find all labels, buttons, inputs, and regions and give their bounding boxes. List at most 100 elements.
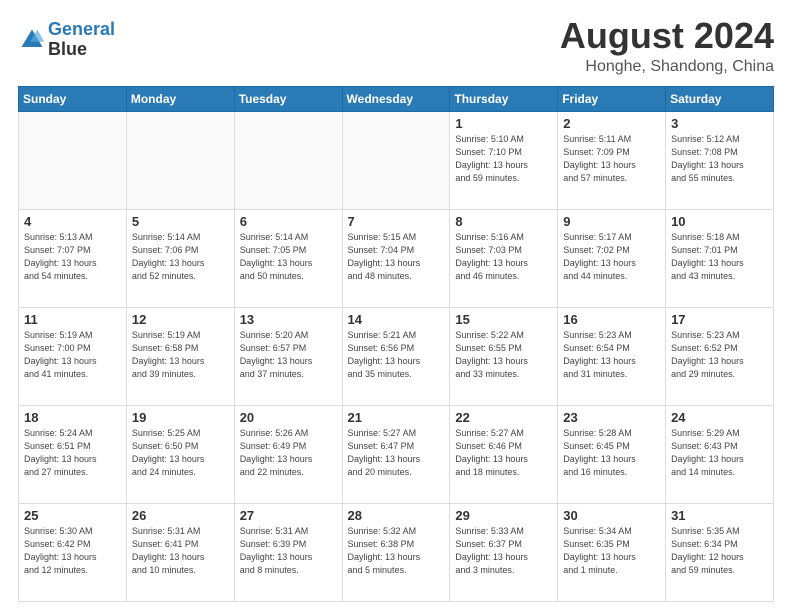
- day-info: Sunrise: 5:27 AMSunset: 6:46 PMDaylight:…: [455, 427, 552, 479]
- calendar-cell: 16Sunrise: 5:23 AMSunset: 6:54 PMDayligh…: [558, 307, 666, 405]
- day-info: Sunrise: 5:26 AMSunset: 6:49 PMDaylight:…: [240, 427, 337, 479]
- day-info: Sunrise: 5:16 AMSunset: 7:03 PMDaylight:…: [455, 231, 552, 283]
- header: General Blue August 2024 Honghe, Shandon…: [18, 16, 774, 76]
- day-info: Sunrise: 5:19 AMSunset: 7:00 PMDaylight:…: [24, 329, 121, 381]
- weekday-monday: Monday: [126, 86, 234, 111]
- day-info: Sunrise: 5:25 AMSunset: 6:50 PMDaylight:…: [132, 427, 229, 479]
- week-row-0: 1 Sunrise: 5:10 AMSunset: 7:10 PMDaylight…: [19, 111, 774, 209]
- week-row-1: 4 Sunrise: 5:13 AMSunset: 7:07 PMDaylight…: [19, 209, 774, 307]
- calendar-cell: 7 Sunrise: 5:15 AMSunset: 7:04 PMDaylight…: [342, 209, 450, 307]
- calendar-cell: 11 Sunrise: 5:19 AMSunset: 7:00 PMDayligh…: [19, 307, 127, 405]
- weekday-wednesday: Wednesday: [342, 86, 450, 111]
- calendar-cell: 12 Sunrise: 5:19 AMSunset: 6:58 PMDayligh…: [126, 307, 234, 405]
- day-number: 7: [348, 214, 445, 229]
- day-number: 4: [24, 214, 121, 229]
- day-info: Sunrise: 5:32 AMSunset: 6:38 PMDaylight:…: [348, 525, 445, 577]
- calendar-cell: 17Sunrise: 5:23 AMSunset: 6:52 PMDayligh…: [666, 307, 774, 405]
- calendar-cell: 31Sunrise: 5:35 AMSunset: 6:34 PMDayligh…: [666, 503, 774, 601]
- calendar-cell: 13Sunrise: 5:20 AMSunset: 6:57 PMDayligh…: [234, 307, 342, 405]
- day-info: Sunrise: 5:35 AMSunset: 6:34 PMDaylight:…: [671, 525, 768, 577]
- day-number: 12: [132, 312, 229, 327]
- day-number: 6: [240, 214, 337, 229]
- day-number: 1: [455, 116, 552, 131]
- calendar-cell: 21Sunrise: 5:27 AMSunset: 6:47 PMDayligh…: [342, 405, 450, 503]
- day-number: 25: [24, 508, 121, 523]
- calendar-cell: 4 Sunrise: 5:13 AMSunset: 7:07 PMDaylight…: [19, 209, 127, 307]
- day-number: 24: [671, 410, 768, 425]
- calendar-cell: 25 Sunrise: 5:30 AMSunset: 6:42 PMDayligh…: [19, 503, 127, 601]
- calendar-cell: [19, 111, 127, 209]
- weekday-thursday: Thursday: [450, 86, 558, 111]
- weekday-header-row: SundayMondayTuesdayWednesdayThursdayFrid…: [19, 86, 774, 111]
- day-info: Sunrise: 5:31 AMSunset: 6:41 PMDaylight:…: [132, 525, 229, 577]
- day-info: Sunrise: 5:34 AMSunset: 6:35 PMDaylight:…: [563, 525, 660, 577]
- logo-text: General Blue: [48, 20, 115, 60]
- calendar-cell: 9Sunrise: 5:17 AMSunset: 7:02 PMDaylight…: [558, 209, 666, 307]
- day-info: Sunrise: 5:10 AMSunset: 7:10 PMDaylight:…: [455, 133, 552, 185]
- day-info: Sunrise: 5:12 AMSunset: 7:08 PMDaylight:…: [671, 133, 768, 185]
- week-row-2: 11 Sunrise: 5:19 AMSunset: 7:00 PMDayligh…: [19, 307, 774, 405]
- calendar-cell: 5 Sunrise: 5:14 AMSunset: 7:06 PMDaylight…: [126, 209, 234, 307]
- weekday-sunday: Sunday: [19, 86, 127, 111]
- day-number: 10: [671, 214, 768, 229]
- calendar-cell: 22 Sunrise: 5:27 AMSunset: 6:46 PMDayligh…: [450, 405, 558, 503]
- day-number: 22: [455, 410, 552, 425]
- day-info: Sunrise: 5:18 AMSunset: 7:01 PMDaylight:…: [671, 231, 768, 283]
- day-info: Sunrise: 5:23 AMSunset: 6:52 PMDaylight:…: [671, 329, 768, 381]
- calendar-cell: [342, 111, 450, 209]
- calendar-cell: 20 Sunrise: 5:26 AMSunset: 6:49 PMDayligh…: [234, 405, 342, 503]
- calendar-cell: 27 Sunrise: 5:31 AMSunset: 6:39 PMDayligh…: [234, 503, 342, 601]
- title-block: August 2024 Honghe, Shandong, China: [560, 16, 774, 76]
- day-info: Sunrise: 5:33 AMSunset: 6:37 PMDaylight:…: [455, 525, 552, 577]
- day-info: Sunrise: 5:30 AMSunset: 6:42 PMDaylight:…: [24, 525, 121, 577]
- day-number: 2: [563, 116, 660, 131]
- day-number: 3: [671, 116, 768, 131]
- day-info: Sunrise: 5:24 AMSunset: 6:51 PMDaylight:…: [24, 427, 121, 479]
- day-info: Sunrise: 5:21 AMSunset: 6:56 PMDaylight:…: [348, 329, 445, 381]
- day-number: 30: [563, 508, 660, 523]
- weekday-saturday: Saturday: [666, 86, 774, 111]
- day-number: 5: [132, 214, 229, 229]
- day-info: Sunrise: 5:14 AMSunset: 7:06 PMDaylight:…: [132, 231, 229, 283]
- day-info: Sunrise: 5:11 AMSunset: 7:09 PMDaylight:…: [563, 133, 660, 185]
- calendar-cell: 18 Sunrise: 5:24 AMSunset: 6:51 PMDayligh…: [19, 405, 127, 503]
- calendar-cell: 26 Sunrise: 5:31 AMSunset: 6:41 PMDayligh…: [126, 503, 234, 601]
- day-number: 18: [24, 410, 121, 425]
- calendar-cell: 2 Sunrise: 5:11 AMSunset: 7:09 PMDaylight…: [558, 111, 666, 209]
- day-number: 23: [563, 410, 660, 425]
- calendar-cell: 30 Sunrise: 5:34 AMSunset: 6:35 PMDayligh…: [558, 503, 666, 601]
- calendar-cell: 14Sunrise: 5:21 AMSunset: 6:56 PMDayligh…: [342, 307, 450, 405]
- calendar-cell: 15 Sunrise: 5:22 AMSunset: 6:55 PMDayligh…: [450, 307, 558, 405]
- calendar-cell: 3 Sunrise: 5:12 AMSunset: 7:08 PMDaylight…: [666, 111, 774, 209]
- page: General Blue August 2024 Honghe, Shandon…: [0, 0, 792, 612]
- day-info: Sunrise: 5:31 AMSunset: 6:39 PMDaylight:…: [240, 525, 337, 577]
- day-info: Sunrise: 5:22 AMSunset: 6:55 PMDaylight:…: [455, 329, 552, 381]
- day-number: 8: [455, 214, 552, 229]
- day-number: 27: [240, 508, 337, 523]
- calendar-cell: 28 Sunrise: 5:32 AMSunset: 6:38 PMDayligh…: [342, 503, 450, 601]
- calendar-cell: 23Sunrise: 5:28 AMSunset: 6:45 PMDayligh…: [558, 405, 666, 503]
- day-info: Sunrise: 5:15 AMSunset: 7:04 PMDaylight:…: [348, 231, 445, 283]
- calendar-cell: 1 Sunrise: 5:10 AMSunset: 7:10 PMDaylight…: [450, 111, 558, 209]
- logo: General Blue: [18, 20, 115, 60]
- day-info: Sunrise: 5:19 AMSunset: 6:58 PMDaylight:…: [132, 329, 229, 381]
- month-year: August 2024: [560, 16, 774, 56]
- day-number: 26: [132, 508, 229, 523]
- day-info: Sunrise: 5:14 AMSunset: 7:05 PMDaylight:…: [240, 231, 337, 283]
- day-number: 28: [348, 508, 445, 523]
- day-number: 11: [24, 312, 121, 327]
- weekday-friday: Friday: [558, 86, 666, 111]
- logo-icon: [18, 26, 46, 54]
- calendar-cell: [234, 111, 342, 209]
- weekday-tuesday: Tuesday: [234, 86, 342, 111]
- day-info: Sunrise: 5:20 AMSunset: 6:57 PMDaylight:…: [240, 329, 337, 381]
- day-number: 9: [563, 214, 660, 229]
- day-number: 20: [240, 410, 337, 425]
- day-number: 19: [132, 410, 229, 425]
- day-number: 21: [348, 410, 445, 425]
- calendar-cell: 8 Sunrise: 5:16 AMSunset: 7:03 PMDaylight…: [450, 209, 558, 307]
- calendar-cell: 29Sunrise: 5:33 AMSunset: 6:37 PMDayligh…: [450, 503, 558, 601]
- day-info: Sunrise: 5:13 AMSunset: 7:07 PMDaylight:…: [24, 231, 121, 283]
- day-number: 16: [563, 312, 660, 327]
- day-number: 15: [455, 312, 552, 327]
